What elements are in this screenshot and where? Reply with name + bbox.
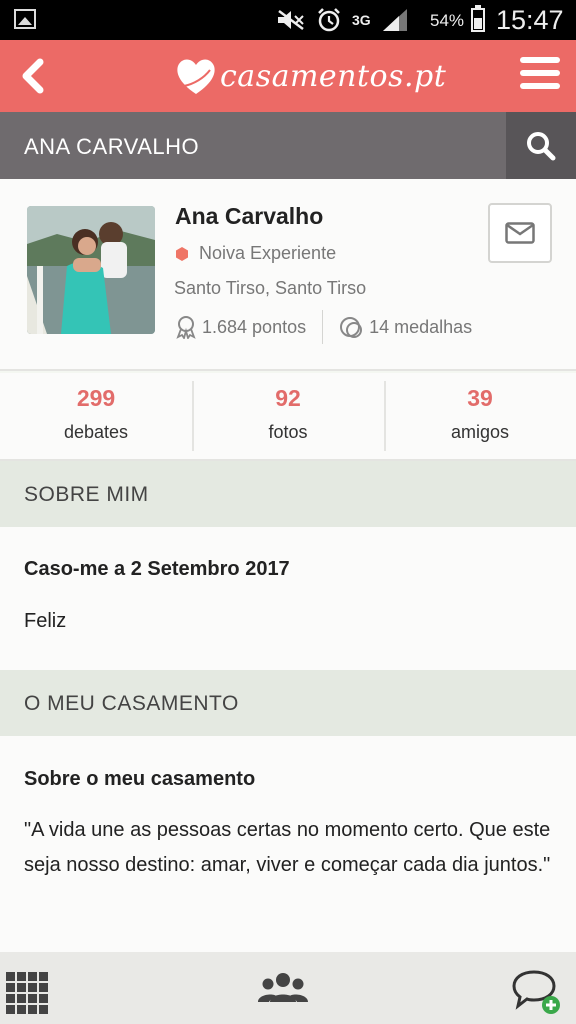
menu-button[interactable] — [518, 54, 562, 98]
section-title: O MEU CASAMENTO — [24, 692, 239, 715]
battery-percent: 54% — [430, 11, 465, 30]
counter-value: 299 — [76, 385, 116, 411]
wedding-text: "A vida une as pessoas certas no momento… — [24, 819, 551, 876]
app-logo[interactable]: casamentos.pt — [174, 50, 446, 102]
network-type: 3G — [352, 12, 371, 28]
profile-name-bar: ANA CARVALHO — [0, 112, 576, 179]
level-label: Noiva Experiente — [199, 243, 337, 263]
counter-debates[interactable]: 299 debates — [0, 373, 192, 459]
section-header-wedding: O MEU CASAMENTO — [0, 670, 576, 736]
logo-text: casamentos.pt — [220, 58, 447, 94]
counter-value: 39 — [467, 385, 493, 411]
about-text: Feliz — [24, 610, 67, 632]
gallery-notification-icon — [14, 9, 36, 29]
profile-achievements: 1.684 pontos 14 medalhas — [174, 310, 472, 344]
award-ribbon-icon — [176, 316, 196, 339]
section-wedding: Sobre o meu casamento "A vida une as pes… — [0, 736, 576, 952]
medals-stat[interactable]: 14 medalhas — [339, 315, 472, 339]
medal-icon — [340, 317, 363, 338]
search-icon — [527, 131, 556, 160]
chat-add-icon — [512, 970, 560, 1014]
page-title: ANA CARVALHO — [24, 134, 200, 159]
counter-value: 92 — [275, 385, 301, 411]
profile-name: Ana Carvalho — [175, 203, 324, 229]
profile-counters: 299 debates 92 fotos 39 amigos — [0, 373, 576, 461]
wedding-date: Caso-me a 2 Setembro 2017 — [24, 558, 290, 580]
signal-icon — [382, 9, 407, 31]
envelope-icon — [505, 222, 535, 244]
clock: 15:47 — [496, 5, 564, 35]
medals-label: 14 medalhas — [369, 316, 473, 337]
section-header-about: SOBRE MIM — [0, 461, 576, 527]
counter-photos[interactable]: 92 fotos — [192, 373, 384, 459]
points-stat[interactable]: 1.684 pontos — [174, 315, 306, 339]
mute-icon — [278, 10, 304, 30]
wedding-subtitle: Sobre o meu casamento — [24, 768, 256, 790]
counter-label: amigos — [450, 422, 510, 442]
level-badge-icon — [176, 246, 188, 261]
bottom-nav — [0, 952, 576, 1024]
counter-label: fotos — [268, 422, 308, 442]
counter-label: debates — [63, 422, 129, 442]
divider — [322, 310, 324, 344]
section-title: SOBRE MIM — [24, 483, 149, 506]
profile-card: Ana Carvalho Noiva Experiente Santo Tirs… — [0, 179, 576, 371]
profile-location: Santo Tirso, Santo Tirso — [174, 278, 367, 298]
people-icon — [258, 973, 308, 1002]
grid-icon[interactable] — [6, 972, 48, 1014]
app-bar: casamentos.pt — [0, 40, 576, 112]
battery-icon — [471, 5, 485, 32]
points-label: 1.684 pontos — [202, 316, 307, 337]
search-button[interactable] — [506, 112, 576, 179]
profile-level: Noiva Experiente — [175, 243, 336, 264]
status-bar: 3G 54% 15:47 — [0, 0, 576, 40]
status-icons: 3G — [276, 6, 409, 34]
avatar[interactable] — [27, 206, 155, 334]
chat-button[interactable] — [512, 968, 566, 1020]
section-about: Caso-me a 2 Setembro 2017 Feliz — [0, 527, 576, 670]
send-message-button[interactable] — [488, 203, 552, 263]
alarm-icon — [318, 8, 340, 32]
avatar-photo — [27, 206, 155, 334]
heart-logo-icon — [177, 59, 215, 94]
chevron-left-icon — [22, 58, 44, 94]
back-button[interactable] — [10, 50, 62, 102]
community-button[interactable] — [256, 970, 310, 1010]
hamburger-menu-icon — [518, 57, 562, 89]
counter-friends[interactable]: 39 amigos — [384, 373, 576, 459]
